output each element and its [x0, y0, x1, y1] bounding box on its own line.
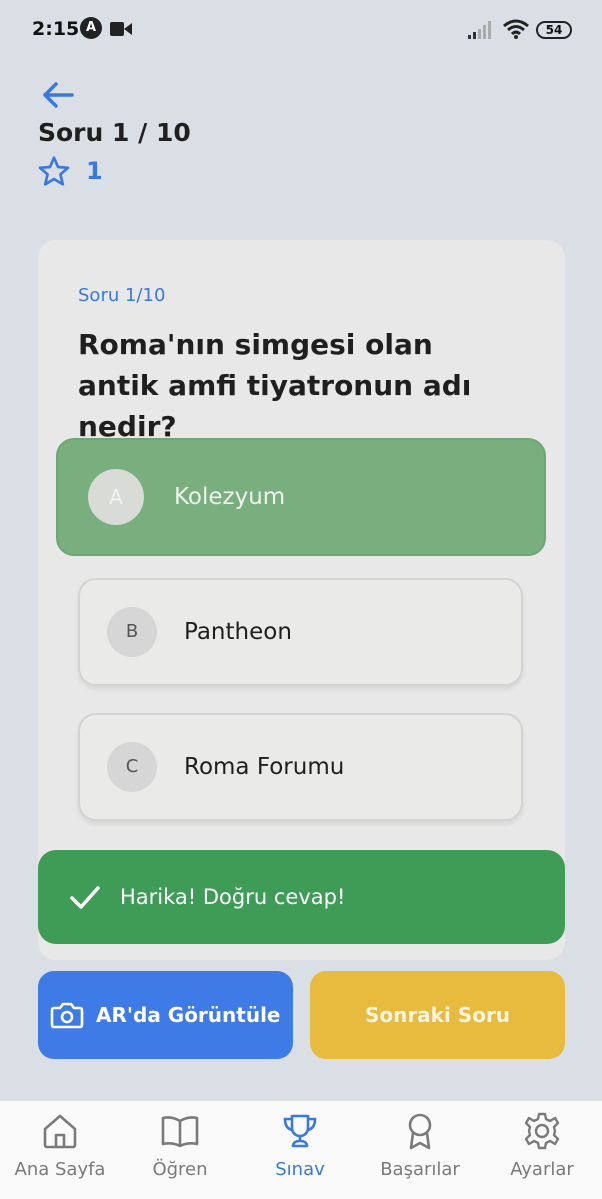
nav-item-quiz[interactable]: Sınav	[240, 1101, 360, 1199]
home-icon	[43, 1114, 77, 1149]
question-counter: Soru 1 / 10	[38, 118, 191, 147]
video-camera-icon	[110, 22, 132, 36]
nav-item-home[interactable]: Ana Sayfa	[0, 1101, 120, 1199]
wifi-icon	[503, 19, 529, 39]
book-icon	[161, 1116, 199, 1148]
option-a[interactable]: A Kolezyum	[56, 438, 546, 556]
gear-icon	[524, 1112, 560, 1150]
nav-label: Ayarlar	[510, 1159, 574, 1180]
star-score: 1	[38, 154, 103, 188]
option-text: Kolezyum	[174, 484, 286, 510]
feedback-banner: Harika! Doğru cevap!	[38, 850, 565, 944]
checkmark-icon	[70, 886, 100, 909]
status-time: 2:15	[32, 18, 80, 40]
nav-item-learn[interactable]: Öğren	[120, 1101, 240, 1199]
option-letter: B	[107, 607, 157, 657]
nav-label: Sınav	[275, 1159, 325, 1180]
nav-item-settings[interactable]: Ayarlar	[482, 1101, 602, 1199]
camera-icon	[50, 1002, 84, 1029]
next-question-button[interactable]: Sonraki Soru	[310, 971, 565, 1059]
ar-view-label: AR'da Görüntüle	[96, 1003, 281, 1027]
cell-signal-icon	[468, 21, 491, 39]
award-icon	[408, 1113, 432, 1150]
next-question-label: Sonraki Soru	[364, 1003, 511, 1027]
battery-icon: 54	[536, 21, 572, 39]
nav-label: Başarılar	[380, 1159, 460, 1180]
question-text: Roma'nın simgesi olan antik amfi tiyatro…	[78, 328, 472, 443]
nav-item-achievements[interactable]: Başarılar	[360, 1101, 480, 1199]
notification-a-icon: A	[80, 17, 102, 39]
option-c[interactable]: C Roma Forumu	[78, 713, 523, 821]
trophy-icon	[283, 1114, 317, 1148]
bottom-nav: Ana Sayfa Öğren Sınav Başarılar Ayarlar	[0, 1100, 602, 1199]
nav-label: Öğren	[152, 1159, 208, 1180]
feedback-text: Harika! Doğru cevap!	[120, 885, 346, 909]
option-text: Roma Forumu	[184, 754, 345, 780]
nav-label: Ana Sayfa	[14, 1159, 106, 1180]
status-bar: 2:15 A 54	[0, 0, 602, 60]
ar-view-button[interactable]: AR'da Görüntüle	[38, 971, 293, 1059]
option-letter: A	[88, 469, 144, 525]
star-count: 1	[86, 157, 103, 185]
option-text: Pantheon	[184, 619, 292, 645]
star-icon	[38, 156, 70, 186]
question-label: Soru 1/10	[78, 285, 166, 306]
option-b[interactable]: B Pantheon	[78, 578, 523, 686]
option-letter: C	[107, 742, 157, 792]
back-arrow-icon[interactable]	[40, 78, 76, 112]
